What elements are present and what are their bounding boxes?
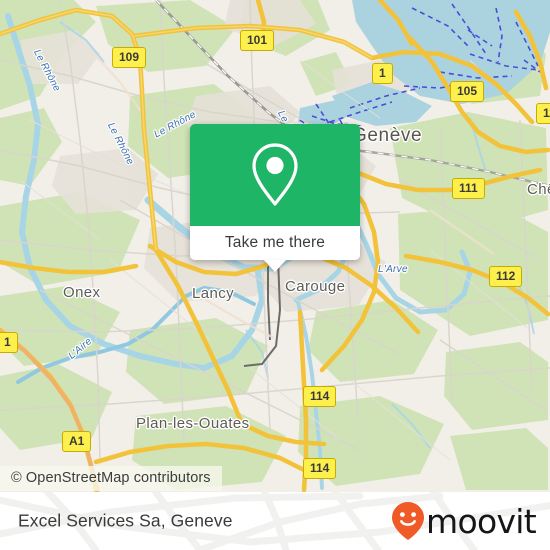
road-shield: A1: [62, 431, 92, 452]
popup-pointer: [264, 260, 286, 272]
road-shield: 101: [240, 30, 275, 51]
road-shield: 111: [452, 178, 485, 199]
road-shield: 114: [303, 458, 337, 479]
road-shield: 105: [450, 81, 485, 102]
take-me-there-button[interactable]: Take me there: [190, 226, 360, 272]
place-title: Excel Services Sa, Geneve: [18, 510, 233, 531]
road-shield: 1: [372, 63, 393, 84]
location-pin-icon: [252, 143, 298, 206]
road-shield: 1: [0, 332, 18, 353]
road-shield: 109: [112, 47, 147, 68]
moovit-logo[interactable]: moovit: [391, 501, 537, 541]
road-shield: 116: [536, 103, 550, 124]
osm-attribution[interactable]: © OpenStreetMap contributors: [0, 466, 222, 491]
take-me-there-label: Take me there: [224, 234, 326, 251]
popup-pin-panel: [190, 124, 360, 226]
moovit-pin-smiley-icon: [392, 502, 425, 540]
footer-bar: Excel Services Sa, Geneve moovit: [0, 492, 550, 550]
destination-popup-card[interactable]: Take me there: [190, 124, 360, 272]
moovit-wordmark: moovit: [426, 501, 537, 541]
road-shield: 112: [489, 266, 523, 287]
road-shield: 114: [303, 386, 337, 407]
moovit-map-screenshot: GenèveOnexLancyCarougePlan-les-OuatesChê…: [0, 0, 550, 550]
